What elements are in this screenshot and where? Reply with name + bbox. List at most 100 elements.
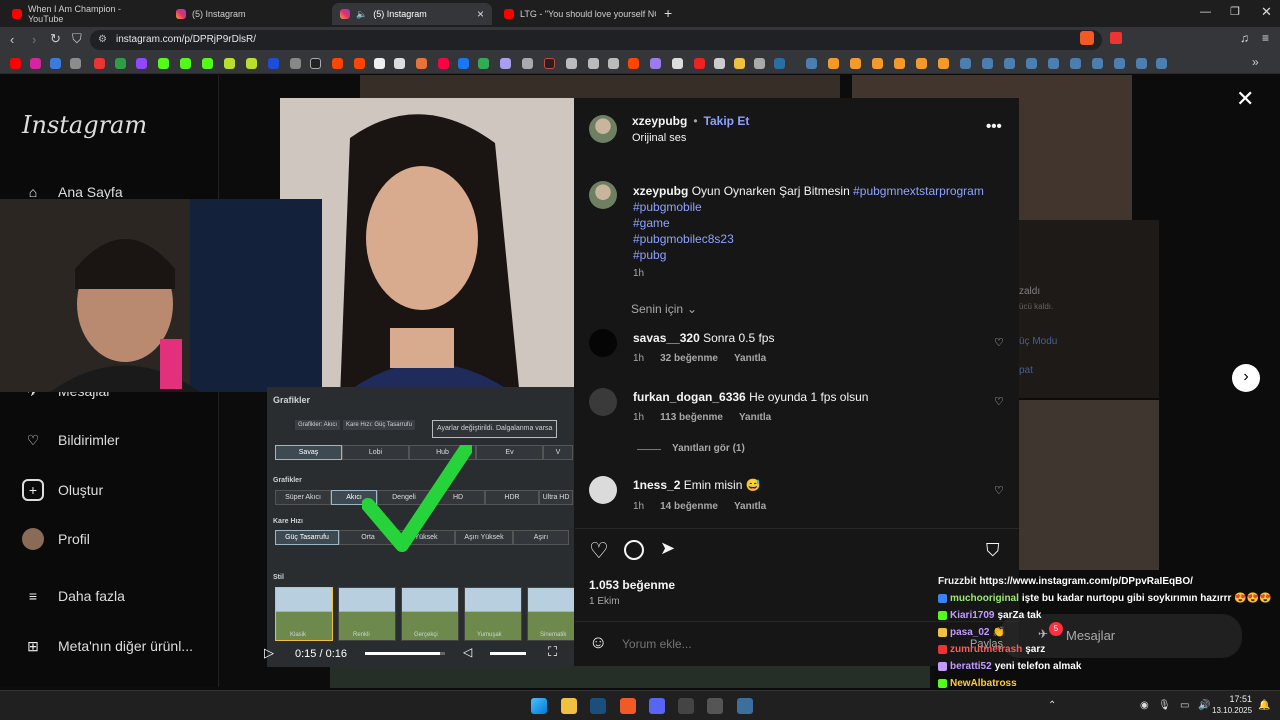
sidebar-item-more[interactable]: ≡ Daha fazla bbox=[22, 585, 125, 607]
bookmark-steam-icon[interactable] bbox=[1048, 58, 1059, 69]
author-name[interactable]: xzeypubg bbox=[632, 114, 687, 128]
hashtag-link[interactable]: #pubgmobile bbox=[633, 200, 702, 214]
bookmark-gmail-icon[interactable] bbox=[94, 58, 105, 69]
comment-avatar[interactable] bbox=[589, 476, 617, 504]
game-tab[interactable]: V bbox=[543, 445, 573, 460]
bookmark-icon[interactable] bbox=[500, 58, 511, 69]
bookmark-icon[interactable] bbox=[268, 58, 279, 69]
forward-icon[interactable]: › bbox=[32, 32, 36, 47]
like-icon[interactable]: ♡ bbox=[589, 538, 609, 564]
reply-button[interactable]: Yanıtla bbox=[739, 412, 771, 423]
clock-time[interactable]: 17:51 bbox=[1222, 694, 1252, 704]
graphics-option[interactable]: Süper Akıcı bbox=[275, 490, 331, 505]
bookmark-icon[interactable] bbox=[650, 58, 661, 69]
close-post-button[interactable]: ✕ bbox=[1236, 86, 1254, 112]
bookmark-icon[interactable] bbox=[872, 58, 883, 69]
bookmark-steam-icon[interactable] bbox=[1114, 58, 1125, 69]
app-icon[interactable] bbox=[707, 698, 723, 714]
bookmark-kick-icon[interactable] bbox=[202, 58, 213, 69]
bookmark-icon[interactable] bbox=[672, 58, 683, 69]
comment-like-icon[interactable]: ♡ bbox=[994, 336, 1006, 349]
bookmark-youtube-icon[interactable] bbox=[10, 58, 21, 69]
bookmark-steam-icon[interactable] bbox=[1070, 58, 1081, 69]
fullscreen-icon[interactable]: ⛶ bbox=[548, 644, 557, 660]
close-window-button[interactable]: ✕ bbox=[1261, 4, 1272, 20]
bookmark-icon[interactable] bbox=[774, 58, 785, 69]
close-tab-icon[interactable]: × bbox=[477, 7, 484, 21]
comment-avatar[interactable] bbox=[589, 329, 617, 357]
bookmark-icon[interactable] bbox=[828, 58, 839, 69]
game-tab[interactable]: Ev bbox=[476, 445, 543, 460]
mic-icon[interactable]: 🎙 bbox=[1158, 700, 1171, 711]
volume-icon[interactable]: ◁ bbox=[463, 645, 472, 659]
brave-icon[interactable] bbox=[620, 698, 636, 714]
reply-button[interactable]: Yanıtla bbox=[734, 353, 766, 364]
network-icon[interactable]: ◉ bbox=[1140, 700, 1149, 711]
bookmark-steam-icon[interactable] bbox=[1026, 58, 1037, 69]
view-replies-button[interactable]: Yanıtları gör (1) bbox=[672, 443, 745, 454]
bookmark-icon[interactable] bbox=[374, 58, 385, 69]
app-icon[interactable] bbox=[678, 698, 694, 714]
graphics-option[interactable]: HDR bbox=[485, 490, 539, 505]
comment-like-icon[interactable]: ♡ bbox=[994, 484, 1006, 497]
new-tab-button[interactable]: + bbox=[664, 5, 672, 21]
bookmark-instagram-icon[interactable] bbox=[30, 58, 41, 69]
hashtag-link[interactable]: #pubg bbox=[633, 248, 666, 262]
file-explorer-icon[interactable] bbox=[561, 698, 577, 714]
volume-slider[interactable] bbox=[490, 652, 526, 655]
bookmark-drive-icon[interactable] bbox=[115, 58, 126, 69]
style-thumb[interactable]: Yumuşak bbox=[464, 587, 522, 641]
tab-youtube-2[interactable]: LTG - "You should love yourself NOW bbox=[496, 3, 656, 25]
bookmark-kick-icon[interactable] bbox=[158, 58, 169, 69]
bookmark-icon[interactable] bbox=[566, 58, 577, 69]
next-post-button[interactable]: › bbox=[1232, 364, 1260, 392]
caption-avatar[interactable] bbox=[589, 181, 617, 209]
fps-option[interactable]: Güç Tasarrufu bbox=[275, 530, 339, 545]
notification-icon[interactable]: 🔔 bbox=[1258, 700, 1270, 711]
style-thumb[interactable]: Renkli bbox=[338, 587, 396, 641]
comment-input[interactable] bbox=[622, 634, 952, 654]
wifi-icon[interactable]: ▭ bbox=[1180, 700, 1189, 711]
follow-button[interactable]: Takip Et bbox=[704, 114, 750, 128]
bookmark-icon[interactable] bbox=[416, 58, 427, 69]
media-icon[interactable]: ♫ bbox=[1240, 31, 1249, 45]
bookmark-icon[interactable] bbox=[246, 58, 257, 69]
bookmark-steam-icon[interactable] bbox=[1004, 58, 1015, 69]
emoji-icon[interactable]: ☺ bbox=[589, 632, 607, 653]
tray-chevron-icon[interactable]: ⌃ bbox=[1048, 700, 1056, 711]
bookmark-icon[interactable] bbox=[588, 58, 599, 69]
audio-label[interactable]: Orijinal ses bbox=[632, 132, 686, 144]
clock-date[interactable]: 13.10.2025 bbox=[1212, 706, 1252, 715]
style-thumb[interactable]: Klasik bbox=[275, 587, 333, 641]
tab-instagram-active[interactable]: 🔈 (5) Instagram × bbox=[332, 3, 492, 25]
tab-youtube-1[interactable]: When I Am Champion - YouTube bbox=[4, 3, 164, 25]
bookmark-icon[interactable] bbox=[522, 58, 533, 69]
discord-icon[interactable] bbox=[649, 698, 665, 714]
site-info-icon[interactable]: ⚙ bbox=[98, 30, 107, 50]
sidebar-item-meta[interactable]: ⊞ Meta'nın diğer ürünl... bbox=[22, 635, 193, 657]
bookmark-icon[interactable] bbox=[608, 58, 619, 69]
bookmark-icon[interactable] bbox=[458, 58, 469, 69]
volume-icon[interactable]: 🔊 bbox=[1198, 700, 1210, 711]
share-icon[interactable]: ➤ bbox=[660, 538, 675, 559]
bookmark-icon[interactable] bbox=[916, 58, 927, 69]
tab-instagram-1[interactable]: (5) Instagram bbox=[168, 3, 328, 25]
bookmark-reddit-icon[interactable] bbox=[332, 58, 343, 69]
video-progress[interactable] bbox=[365, 652, 445, 655]
app-icon[interactable] bbox=[737, 698, 753, 714]
bookmark-icon[interactable] bbox=[754, 58, 765, 69]
hashtag-link[interactable]: #game bbox=[633, 216, 670, 230]
author-avatar[interactable] bbox=[589, 115, 617, 143]
more-bookmarks-icon[interactable]: » bbox=[1252, 55, 1259, 69]
sidebar-item-profile[interactable]: Profil bbox=[22, 528, 90, 550]
save-icon[interactable]: ⛉ bbox=[986, 540, 1000, 561]
bookmark-steam-icon[interactable] bbox=[982, 58, 993, 69]
bookmark-steam-icon[interactable] bbox=[1136, 58, 1147, 69]
bookmark-icon[interactable] bbox=[694, 58, 705, 69]
game-tab[interactable]: Savaş bbox=[275, 445, 342, 460]
bookmark-icon[interactable] bbox=[224, 58, 235, 69]
back-icon[interactable]: ‹ bbox=[10, 32, 14, 47]
sort-dropdown[interactable]: Senin için ⌄ bbox=[631, 302, 697, 316]
bookmark-reddit-icon[interactable] bbox=[628, 58, 639, 69]
sidebar-item-create[interactable]: + Oluştur bbox=[22, 479, 103, 501]
